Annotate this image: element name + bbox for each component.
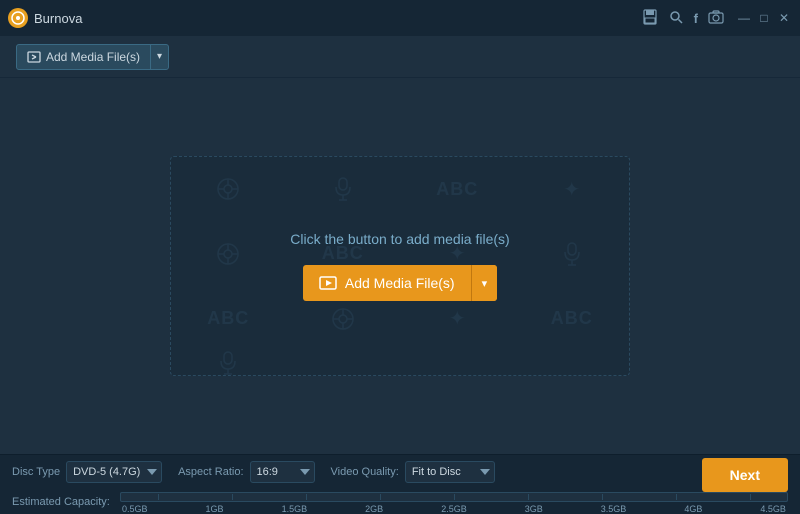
bottom-bar: Disc Type DVD-5 (4.7G) DVD-9 (8.5G) Blu-… <box>0 454 800 514</box>
save-icon[interactable] <box>642 9 658 27</box>
titlebar: Burnova f <box>0 0 800 36</box>
aspect-ratio-group: Aspect Ratio: 16:9 4:3 <box>178 461 314 483</box>
toolbar: Add Media File(s) ▾ <box>0 36 800 78</box>
disc-type-group: Disc Type DVD-5 (4.7G) DVD-9 (8.5G) Blu-… <box>12 461 162 483</box>
capacity-label: Estimated Capacity: <box>12 496 112 508</box>
maximize-button[interactable]: □ <box>756 10 772 26</box>
tick-1gb: 1GB <box>206 504 224 514</box>
wm-mic-2 <box>515 222 630 287</box>
wm-film-1 <box>171 157 286 222</box>
wm-abc-1: ABC <box>400 157 515 222</box>
main-content: ABC ✦ ABC ✦ <box>0 78 800 454</box>
drop-zone-text: Click the button to add media file(s) <box>290 231 509 247</box>
titlebar-left: Burnova <box>8 8 82 28</box>
tick-3.5gb: 3.5GB <box>601 504 627 514</box>
search-icon[interactable] <box>668 9 684 27</box>
wm-mic-1 <box>286 157 401 222</box>
wm-mic-3 <box>171 351 286 375</box>
tick-4.5gb: 4.5GB <box>760 504 786 514</box>
disc-type-label: Disc Type <box>12 466 60 478</box>
tick-3gb: 3GB <box>525 504 543 514</box>
capacity-bar <box>120 492 788 502</box>
drop-zone[interactable]: ABC ✦ ABC ✦ <box>170 156 630 376</box>
wm-film-2 <box>171 222 286 287</box>
tick-2.5gb: 2.5GB <box>441 504 467 514</box>
tick-0.5gb: 0.5GB <box>122 504 148 514</box>
next-button[interactable]: Next <box>702 458 788 492</box>
wm-abc-3: ABC <box>171 286 286 351</box>
capacity-bar-wrapper: 0.5GB 1GB 1.5GB 2GB 2.5GB 3GB 3.5GB 4GB … <box>120 492 788 512</box>
bottom-controls: Disc Type DVD-5 (4.7G) DVD-9 (8.5G) Blu-… <box>12 461 702 483</box>
titlebar-icons: f <box>642 9 724 27</box>
aspect-ratio-select[interactable]: 16:9 4:3 <box>250 461 315 483</box>
add-media-center-button[interactable]: Add Media File(s) ▾ <box>303 265 497 301</box>
tick-2gb: 2GB <box>365 504 383 514</box>
tick-4gb: 4GB <box>684 504 702 514</box>
add-media-top-arrow[interactable]: ▾ <box>151 45 168 69</box>
wm-sparkle-1: ✦ <box>515 157 630 222</box>
add-media-top-button[interactable]: Add Media File(s) ▾ <box>16 44 169 70</box>
capacity-tick-labels: 0.5GB 1GB 1.5GB 2GB 2.5GB 3GB 3.5GB 4GB … <box>120 504 788 514</box>
minimize-button[interactable]: — <box>736 10 752 26</box>
app-logo <box>8 8 28 28</box>
wm-abc-4: ABC <box>515 286 630 351</box>
add-media-center-label: Add Media File(s) <box>345 275 455 291</box>
video-quality-select[interactable]: Fit to Disc High Medium Low <box>405 461 495 483</box>
capacity-row: Estimated Capacity: 0.5G <box>12 492 788 512</box>
add-media-top-label: Add Media File(s) <box>46 50 140 64</box>
add-media-center-arrow[interactable]: ▾ <box>472 265 498 301</box>
close-button[interactable]: ✕ <box>776 10 792 26</box>
video-quality-label: Video Quality: <box>331 466 399 478</box>
camera-icon[interactable] <box>708 10 724 26</box>
tick-1.5gb: 1.5GB <box>282 504 308 514</box>
app-title: Burnova <box>34 11 82 26</box>
aspect-ratio-label: Aspect Ratio: <box>178 466 243 478</box>
video-quality-group: Video Quality: Fit to Disc High Medium L… <box>331 461 495 483</box>
window-controls: — □ ✕ <box>736 10 792 26</box>
disc-type-select[interactable]: DVD-5 (4.7G) DVD-9 (8.5G) Blu-ray 25G Bl… <box>66 461 162 483</box>
facebook-icon[interactable]: f <box>694 12 698 25</box>
